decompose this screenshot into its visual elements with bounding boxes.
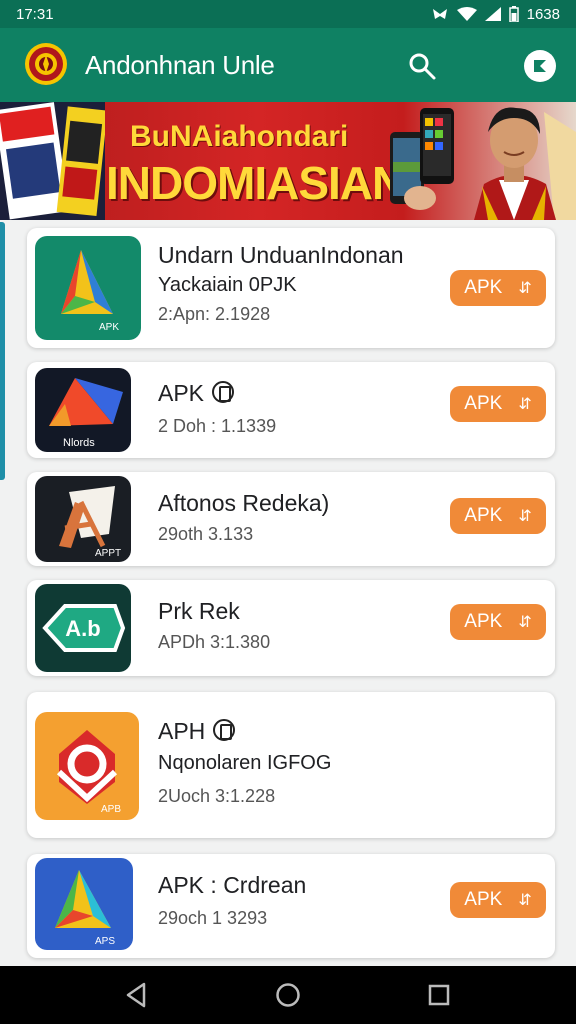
battery-text: 1638 [526,5,560,23]
apk-button-label: APK [464,505,503,526]
presenter-illustration [474,107,576,220]
promo-banner[interactable]: BuNAiahondari INDOMIASIAN [0,102,576,220]
badge-icon [212,381,235,403]
profile-icon[interactable] [524,50,556,82]
status-icons: 1638 [431,6,560,23]
app-card[interactable]: A.b Prk Rek APDh 3:1.380 APK ⇵ [27,580,555,676]
banner-ad-collage [0,102,108,220]
app-icon-label: APK [99,322,119,333]
apk-button-label: APK [464,889,503,910]
apk-download-button[interactable]: APK ⇵ [450,882,546,918]
apk-download-button[interactable]: APK ⇵ [450,386,546,422]
app-title: Andonhnan Unle [85,50,275,80]
app-meta: 2:Apn: 2.1928 [158,304,271,324]
phones-illustration [390,108,454,210]
app-meta: 2 Doh : 1.1339 [158,416,277,436]
signal-icon [484,7,501,21]
apk-download-button[interactable]: APK ⇵ [450,498,546,534]
badge-icon [213,719,236,741]
triangle-a-icon: APK [35,236,141,340]
download-arrow-icon: ⇵ [518,396,532,413]
system-nav-bar [0,966,576,1024]
app-icon-label: APB [101,804,121,815]
app-name: Aftonos Redeka) [158,490,330,516]
banner-headline-main: INDOMIASIAN [106,157,405,209]
app-name: APH [158,718,236,745]
app-name: Prk Rek [158,598,240,624]
download-arrow-icon: ⇵ [518,892,532,909]
download-arrow-icon: ⇵ [518,280,532,297]
app-name: Undarn UnduanIndonan [158,242,404,268]
app-icon-label: APPT [95,548,121,559]
status-time: 17:31 [16,5,54,23]
apk-button-label: APK [464,393,503,414]
app-meta: APDh 3:1.380 [158,632,271,652]
app-card[interactable]: Nlords APK 2 Doh : 1.1339 APK ⇵ [27,362,555,458]
red-a-icon: Nlords [35,368,131,452]
app-name: APK [158,380,235,407]
app-name-text: APH [158,718,206,744]
app-card[interactable]: APB APH Nqonolaren IGFOG 2Uoch 3:1.228 [27,692,555,838]
apk-download-button[interactable]: APK ⇵ [450,604,546,640]
emblem-logo[interactable] [24,42,68,86]
app-bar: Andonhnan Unle [0,28,576,102]
app-subtitle: Yackaiain 0PJK [158,274,297,296]
app-icon-label: A.b [65,616,100,641]
status-bar: 17:31 1638 [0,0,576,28]
app-icon-label: APS [95,936,115,947]
recent-apps-icon[interactable] [428,984,450,1006]
blue-a-icon: APS [35,858,133,950]
home-icon[interactable] [275,982,301,1008]
download-arrow-icon: ⇵ [518,508,532,525]
banner-headline-top: BuNAiahondari [130,120,349,153]
wifi-icon [456,7,477,21]
app-meta: 29oth 3.133 [158,524,254,544]
profile-glyph-icon [534,60,546,72]
app-name: APK : Crdrean [158,872,307,898]
tag-a-icon: A.b [35,584,131,672]
paper-a-icon: APPT [35,476,131,562]
scroll-indicator [0,222,5,480]
notification-icon [432,9,447,19]
battery-icon [508,6,519,22]
app-meta: 29och 1 3293 [158,908,268,928]
app-card[interactable]: APPT Aftonos Redeka) 29oth 3.133 APK ⇵ [27,472,555,566]
app-card[interactable]: APS APK : Crdrean 29och 1 3293 APK ⇵ [27,854,555,958]
apk-button-label: APK [464,611,503,632]
app-subtitle: Nqonolaren IGFOG [158,752,332,774]
app-meta: 2Uoch 3:1.228 [158,786,276,806]
download-arrow-icon: ⇵ [518,614,532,631]
app-name-text: APK [158,380,205,406]
search-icon[interactable] [406,50,438,82]
octagon-icon: APB [35,712,139,820]
back-icon[interactable] [124,982,148,1008]
apk-button-label: APK [464,277,503,298]
apk-download-button[interactable]: APK ⇵ [450,270,546,306]
app-icon-label: Nlords [63,437,95,449]
app-card[interactable]: APK Undarn UnduanIndonan Yackaiain 0PJK … [27,228,555,348]
